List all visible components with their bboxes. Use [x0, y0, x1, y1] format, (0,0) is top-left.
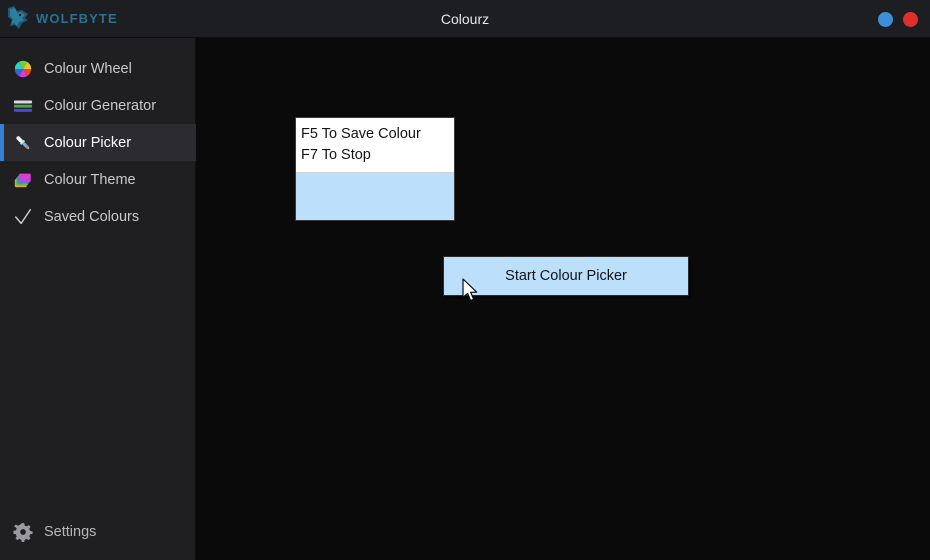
sidebar: Colour Wheel Colour Generator Colour Pic…	[0, 38, 196, 560]
window-title: Colourz	[440, 11, 490, 27]
sidebar-nav: Colour Wheel Colour Generator Colour Pic…	[0, 50, 196, 235]
sidebar-item-label: Colour Theme	[44, 171, 136, 188]
gear-icon	[12, 521, 34, 543]
close-circle-icon[interactable]	[903, 11, 918, 27]
sidebar-item-label: Colour Wheel	[44, 60, 132, 77]
start-colour-picker-label: Start Colour Picker	[505, 268, 627, 284]
main-content: F5 To Save Colour F7 To Stop Start Colou…	[196, 38, 930, 560]
checkmark-icon	[12, 206, 34, 228]
layered-squares-icon	[12, 169, 34, 191]
instructions-panel: F5 To Save Colour F7 To Stop	[295, 117, 455, 221]
application-window: WOLFBYTE Colourz Colour Wheel Colour Gen…	[0, 0, 930, 560]
window-controls	[878, 0, 918, 38]
instruction-line-stop: F7 To Stop	[301, 147, 371, 163]
instruction-line-save: F5 To Save Colour	[301, 126, 421, 142]
sidebar-item-colour-generator[interactable]: Colour Generator	[0, 87, 196, 124]
colour-wheel-icon	[12, 58, 34, 80]
sidebar-item-settings[interactable]: Settings	[0, 514, 196, 550]
settings-label: Settings	[44, 524, 97, 540]
eyedropper-icon	[12, 132, 34, 154]
sidebar-item-label: Saved Colours	[44, 208, 140, 225]
title-bar: WOLFBYTE Colourz	[0, 0, 930, 38]
sidebar-item-colour-wheel[interactable]: Colour Wheel	[0, 50, 196, 87]
sidebar-item-saved-colours[interactable]: Saved Colours	[0, 198, 196, 235]
instructions-text: F5 To Save Colour F7 To Stop	[296, 118, 454, 166]
sidebar-item-colour-theme[interactable]: Colour Theme	[0, 161, 196, 198]
colour-preview-swatch	[296, 172, 454, 220]
sidebar-item-colour-picker[interactable]: Colour Picker	[0, 124, 196, 161]
sidebar-item-label: Colour Generator	[44, 97, 157, 114]
sidebar-item-label: Colour Picker	[44, 134, 132, 151]
start-colour-picker-button[interactable]: Start Colour Picker	[443, 256, 689, 296]
colour-bars-icon	[12, 95, 34, 117]
minimize-circle-icon[interactable]	[878, 11, 893, 27]
